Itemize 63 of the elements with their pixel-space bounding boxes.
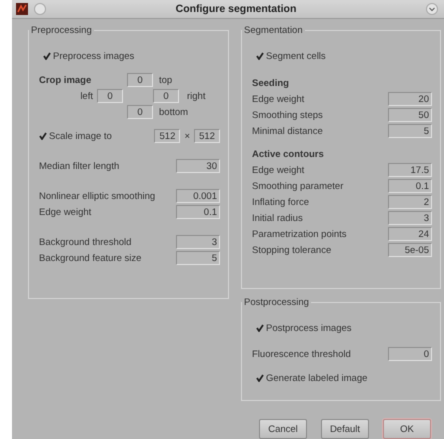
field-label: Fluorescence threshold (252, 348, 351, 360)
group-title: Preprocessing (30, 25, 93, 36)
field-label: bottom (158, 106, 190, 118)
field-label: Minimal distance (252, 126, 323, 136)
input-field[interactable]: 3 (176, 235, 220, 249)
input-field[interactable]: 5 (176, 251, 220, 265)
checkbox-label[interactable]: Segment cells (266, 50, 326, 62)
input-field[interactable]: 0 (388, 347, 432, 361)
checkbox[interactable] (43, 52, 51, 60)
dialog-button[interactable]: Default (321, 419, 369, 439)
input-field[interactable]: 0 (97, 89, 123, 103)
field-label: Smoothing steps (252, 110, 323, 120)
input-field[interactable]: 50 (388, 108, 432, 122)
group-title: Segmentation (243, 25, 304, 36)
input-field[interactable]: 17.5 (388, 163, 432, 177)
dialog-button[interactable]: OK (383, 419, 431, 439)
field-label: top (158, 74, 174, 86)
field-label: Background feature size (39, 252, 142, 264)
field-label: right (186, 90, 206, 102)
field-label: Smoothing parameter (252, 180, 344, 192)
input-field[interactable]: 5 (388, 124, 432, 138)
field-label: Initial radius (252, 212, 303, 224)
input-field[interactable]: 0 (127, 73, 153, 87)
input-field[interactable]: 24 (388, 227, 432, 241)
section-heading: Seeding (252, 78, 290, 89)
dialog-button[interactable]: Cancel (259, 419, 307, 439)
checkbox[interactable] (39, 132, 47, 140)
input-field[interactable]: 0.1 (388, 179, 432, 193)
field-label: Nonlinear elliptic smoothing (39, 190, 156, 202)
window-title: Configure segmentation (174, 3, 298, 15)
input-field[interactable]: 20 (388, 92, 432, 106)
input-field[interactable]: 30 (176, 159, 220, 173)
section-heading: Active contours (252, 149, 325, 160)
input-field[interactable]: 0.001 (176, 189, 220, 203)
input-field[interactable]: 5e-05 (388, 243, 432, 257)
section-heading: Crop image (39, 74, 92, 86)
checkbox-label[interactable]: Generate labeled image (266, 372, 368, 384)
field-label: Background threshold (39, 236, 132, 248)
input-field[interactable]: 0 (153, 89, 179, 103)
input-field[interactable]: 512 (194, 129, 220, 143)
field-label: Edge weight (252, 94, 304, 104)
field-label: Median filter length (39, 160, 120, 172)
input-field[interactable]: 3 (388, 211, 432, 225)
input-field[interactable]: 2 (388, 195, 432, 209)
input-field[interactable]: 0 (127, 105, 153, 119)
checkbox[interactable] (256, 52, 264, 60)
input-field[interactable]: 0.1 (176, 205, 220, 219)
checkbox[interactable] (256, 324, 264, 332)
field-label: Parametrization points (252, 228, 347, 240)
input-field[interactable]: 512 (154, 129, 180, 143)
group-title: Postprocessing (243, 297, 310, 308)
field-label: Stopping tolerance (252, 244, 332, 256)
times-sign: × (184, 130, 190, 142)
checkbox-label[interactable]: Scale image to (49, 130, 112, 142)
checkbox-label[interactable]: Preprocess images (53, 50, 134, 62)
chevron-icon[interactable] (426, 3, 438, 15)
field-label: Edge weight (252, 164, 304, 176)
field-label: left (80, 90, 94, 102)
app-icon (16, 3, 28, 15)
field-label: Inflating force (252, 196, 310, 208)
field-label: Edge weight (39, 206, 92, 218)
checkbox-label[interactable]: Postprocess images (266, 322, 352, 334)
checkbox[interactable] (256, 374, 264, 382)
